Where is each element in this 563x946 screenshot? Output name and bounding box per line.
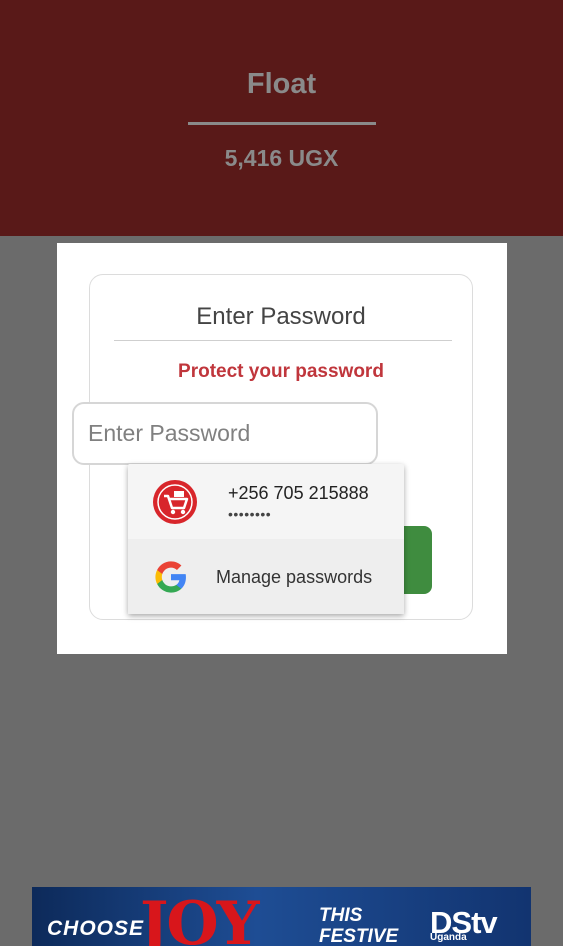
- dstv-banner-ad[interactable]: CHOOSE JOY THIS FESTIVE DStv Uganda: [32, 887, 531, 946]
- saved-account-password: ••••••••: [228, 506, 272, 522]
- protect-warning: Protect your password: [178, 361, 384, 382]
- float-title: Float: [246, 68, 317, 100]
- banner-festive-text: FESTIVE: [319, 926, 399, 946]
- float-amount: 5,416 UGX: [224, 145, 339, 171]
- banner-choose-text: CHOOSE: [47, 917, 145, 940]
- saved-account-item[interactable]: +256 705 215888 ••••••••: [128, 464, 404, 539]
- float-header: Float 5,416 UGX: [0, 0, 563, 236]
- google-icon: [155, 561, 186, 593]
- saved-account-phone: +256 705 215888: [228, 483, 369, 503]
- title-divider: [188, 122, 376, 125]
- app-logo-icon: [153, 480, 197, 524]
- manage-passwords-label: Manage passwords: [216, 567, 373, 587]
- password-input[interactable]: [72, 402, 378, 465]
- dialog-title: Enter Password: [196, 303, 366, 330]
- autofill-popup: +256 705 215888 •••••••• Manage password…: [128, 464, 404, 614]
- dstv-region: Uganda: [430, 932, 467, 943]
- dialog-divider: [114, 340, 452, 341]
- banner-joy-text: JOY: [140, 889, 259, 946]
- manage-passwords-item[interactable]: Manage passwords: [128, 539, 404, 614]
- banner-this-text: THIS: [319, 905, 363, 926]
